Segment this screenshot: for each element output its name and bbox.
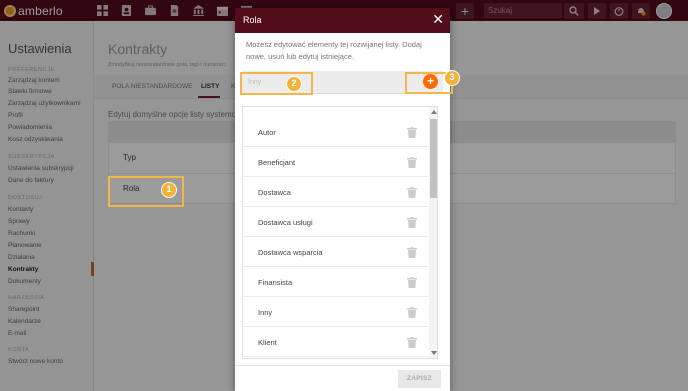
list-item[interactable]: Dostawca [243, 177, 429, 207]
option-label[interactable]: Autor [258, 128, 276, 137]
dialog-header: Rola ✕ [235, 8, 450, 33]
list-item[interactable]: Dostawca wsparcia [243, 237, 429, 267]
list-item[interactable]: Klient [243, 327, 429, 357]
scrollbar-thumb[interactable] [430, 119, 437, 198]
close-icon[interactable]: ✕ [432, 11, 444, 27]
scroll-up-icon[interactable] [431, 110, 437, 114]
list-item[interactable]: Dostawca usługi [243, 207, 429, 237]
option-label[interactable]: Beneficjant [258, 158, 295, 167]
callout-number-3: 3 [444, 70, 460, 86]
rola-list-dialog: Rola ✕ Możesz edytować elementy tej rozw… [235, 8, 450, 391]
trash-icon[interactable] [407, 337, 417, 348]
dialog-description: Możesz edytować elementy tej rozwijanej … [246, 40, 422, 61]
dialog-footer: ZAPISZ [235, 365, 450, 391]
list-item[interactable]: Finansista [243, 267, 429, 297]
option-label[interactable]: Inny [258, 308, 272, 317]
trash-icon[interactable] [407, 277, 417, 288]
trash-icon[interactable] [407, 307, 417, 318]
list-scrollbar[interactable] [429, 107, 437, 358]
trash-icon[interactable] [407, 187, 417, 198]
callout-number-1: 1 [161, 182, 177, 198]
options-list: Autor Beneficjant Dostawca Dostawca usłu… [242, 106, 438, 359]
callout-number-2: 2 [286, 76, 302, 92]
trash-icon[interactable] [407, 157, 417, 168]
option-label[interactable]: Dostawca usługi [258, 218, 313, 227]
list-item[interactable]: Inny [243, 297, 429, 327]
list-item[interactable]: Beneficjant [243, 147, 429, 177]
trash-icon[interactable] [407, 247, 417, 258]
option-label[interactable]: Finansista [258, 278, 292, 287]
trash-icon[interactable] [407, 127, 417, 138]
scroll-down-icon[interactable] [431, 351, 437, 355]
option-label[interactable]: Dostawca wsparcia [258, 248, 323, 257]
list-item[interactable]: Autor [243, 117, 429, 147]
dialog-title: Rola [243, 15, 262, 25]
callout-highlight-new-input [240, 72, 313, 95]
option-label[interactable]: Dostawca [258, 188, 291, 197]
save-button[interactable]: ZAPISZ [398, 370, 441, 388]
trash-icon[interactable] [407, 217, 417, 228]
option-label[interactable]: Klient [258, 338, 277, 347]
